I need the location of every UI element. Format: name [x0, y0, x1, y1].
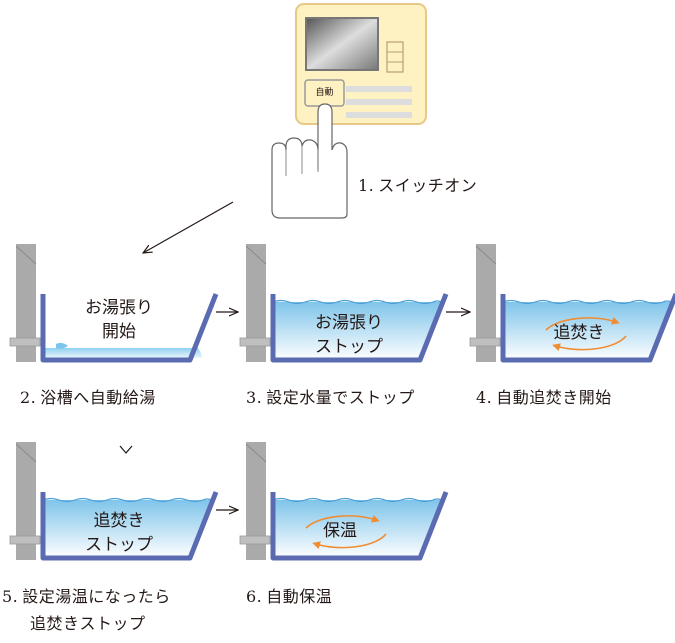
tub-5-text: 追焚き ストップ — [64, 509, 174, 557]
step-5-number: 5. — [2, 587, 19, 606]
tub-6-text: 保温 — [290, 519, 390, 543]
step-2-text: 浴槽へ自動給湯 — [40, 388, 156, 407]
arrow-4-to-5 — [119, 445, 133, 454]
tub-5-text-line-1: 追焚き — [93, 511, 145, 531]
step-3-number: 3. — [246, 388, 263, 407]
step-5-text-line-2: 追焚きストップ — [30, 614, 146, 633]
step-2-label: 2. 浴槽へ自動給湯 — [20, 384, 156, 408]
control-panel — [295, 3, 427, 125]
tub-3-text: お湯張り ストップ — [294, 311, 404, 359]
step-5-text-line-1: 設定湯温になったら — [22, 587, 171, 606]
tub-6-text-line-1: 保温 — [323, 521, 357, 541]
auto-button-label: 自動 — [315, 88, 334, 98]
step-4-number: 4. — [476, 388, 493, 407]
step-6-label: 6. 自動保温 — [246, 583, 332, 607]
step-1-label: 1. スイッチオン — [358, 172, 477, 196]
step-3-label: 3. 設定水量でストップ — [246, 384, 415, 408]
tub-4-text: 追焚き — [529, 321, 629, 345]
step-6-number: 6. — [246, 587, 263, 606]
tub-4-text-line-1: 追焚き — [553, 323, 605, 343]
step-4-text: 自動追焚き開始 — [496, 388, 612, 407]
arrow-1-to-2 — [143, 201, 234, 253]
display-screen — [305, 17, 379, 71]
step-5-label: 5. 設定湯温になったら — [2, 583, 171, 607]
tub-3-text-line-2: ストップ — [315, 337, 383, 357]
step-4-label: 4. 自動追焚き開始 — [476, 384, 612, 408]
tub-2-text-line-2: 開始 — [102, 322, 136, 342]
step-6-text: 自動保温 — [266, 587, 333, 606]
step-2-number: 2. — [20, 388, 37, 407]
bath-process-diagram: 自動 1. スイッチオン 2. 浴槽へ自動給湯 3. 設定水量でストップ 4. 自動追焚… — [0, 0, 675, 639]
step-5-label-line-2: 追焚きストップ — [30, 610, 146, 634]
step-1-text: スイッチオン — [378, 176, 478, 195]
tub-5-text-line-2: ストップ — [85, 535, 153, 555]
tub-2-text-line-1: お湯張り — [85, 298, 153, 318]
panel-switch — [386, 41, 404, 73]
tub-2-text: お湯張り 開始 — [64, 296, 174, 344]
tub-3-text-line-1: お湯張り — [315, 313, 383, 333]
step-3-text: 設定水量でストップ — [266, 388, 415, 407]
step-1-number: 1. — [358, 176, 375, 195]
